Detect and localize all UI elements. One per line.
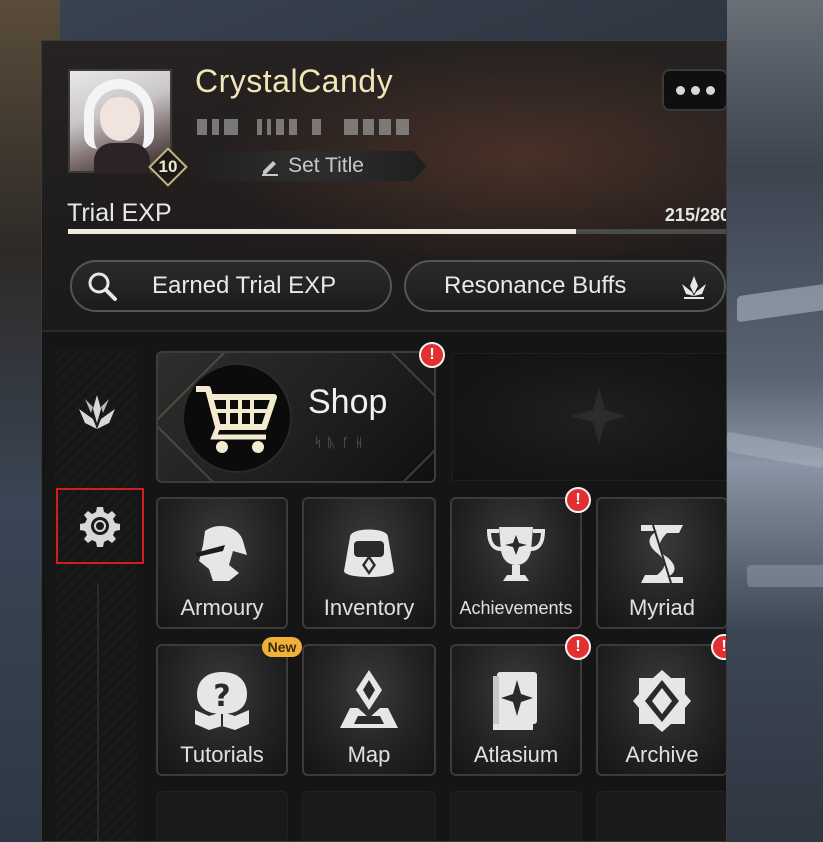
archive-icon	[633, 670, 691, 732]
achievements-alert-badge: !	[565, 487, 591, 513]
shop-tile[interactable]: Shop ᛋᚣᚴᚺ	[156, 351, 436, 483]
tile-tutorials[interactable]: ? Tutorials New	[156, 637, 302, 776]
redacted-uid	[197, 118, 410, 136]
exp-progress-fill	[68, 229, 577, 234]
tile-myriad[interactable]: Myriad	[596, 497, 726, 629]
tutorials-icon: ?	[195, 672, 249, 730]
resonance-buffs-button[interactable]: Resonance Buffs	[404, 260, 726, 312]
tile-label: Achievements	[459, 598, 573, 618]
settings-button[interactable]	[56, 488, 144, 564]
lotus-icon	[682, 276, 706, 299]
atlasium-alert-badge: !	[565, 634, 591, 660]
exp-progress-bar	[68, 229, 726, 234]
exp-value: 215/280	[664, 205, 727, 225]
trophy-icon	[486, 527, 546, 581]
partial-tile	[596, 791, 726, 841]
tile-map[interactable]: Map	[302, 644, 436, 776]
shopping-cart-icon	[196, 386, 277, 453]
four-point-star-icon	[571, 388, 627, 444]
shop-alert-badge: !	[419, 342, 445, 368]
partial-tile	[450, 791, 582, 841]
partial-tile	[156, 791, 288, 841]
resonance-buffs-label: Resonance Buffs	[444, 272, 627, 299]
username: CrystalCandy	[195, 63, 394, 99]
level-value: 10	[158, 157, 178, 176]
tile-achievements[interactable]: Achievements	[450, 497, 582, 629]
tile-archive[interactable]: Archive	[596, 644, 726, 776]
profile-header: 10 CrystalCandy Set Title Trial EXP 215/…	[42, 41, 727, 332]
background-right	[727, 0, 823, 842]
empty-slot	[452, 353, 726, 481]
tile-armoury[interactable]: Armoury	[156, 497, 288, 629]
atlasium-book-icon	[493, 672, 537, 730]
tile-inventory[interactable]: Inventory	[302, 497, 436, 629]
sidebar-lotus-icon[interactable]	[75, 391, 119, 435]
svg-text:?: ?	[213, 679, 230, 714]
search-icon	[88, 272, 117, 301]
set-title-button[interactable]: Set Title	[197, 151, 427, 181]
partial-tile	[302, 791, 436, 841]
tile-label: Armoury	[180, 595, 264, 620]
tile-label: Tutorials	[180, 742, 264, 767]
more-dots-icon	[675, 85, 685, 95]
gear-icon	[80, 507, 120, 547]
pencil-icon	[262, 161, 279, 176]
shop-rune-text: ᛋᚣᚴᚺ	[314, 435, 370, 450]
inventory-icon	[344, 529, 394, 577]
side-nav	[55, 349, 144, 841]
armoury-icon	[195, 526, 247, 581]
earned-trial-exp-label: Earned Trial EXP	[152, 272, 337, 299]
tile-label: Archive	[625, 742, 699, 767]
profile-menu-panel: 10 CrystalCandy Set Title Trial EXP 215/…	[41, 40, 727, 842]
tile-atlasium[interactable]: Atlasium	[450, 644, 582, 776]
map-icon	[340, 670, 398, 728]
tile-label: Atlasium	[473, 742, 559, 767]
tile-label: Inventory	[323, 595, 415, 620]
exp-label: Trial EXP	[67, 199, 172, 227]
tile-label: Myriad	[628, 595, 695, 620]
myriad-icon	[641, 524, 683, 584]
shop-label: Shop	[308, 383, 388, 421]
tile-label: Map	[347, 742, 391, 767]
more-options-button[interactable]	[662, 69, 726, 111]
earned-trial-exp-button[interactable]: Earned Trial EXP	[70, 260, 392, 312]
set-title-label: Set Title	[288, 154, 364, 177]
new-badge: New	[262, 637, 302, 657]
